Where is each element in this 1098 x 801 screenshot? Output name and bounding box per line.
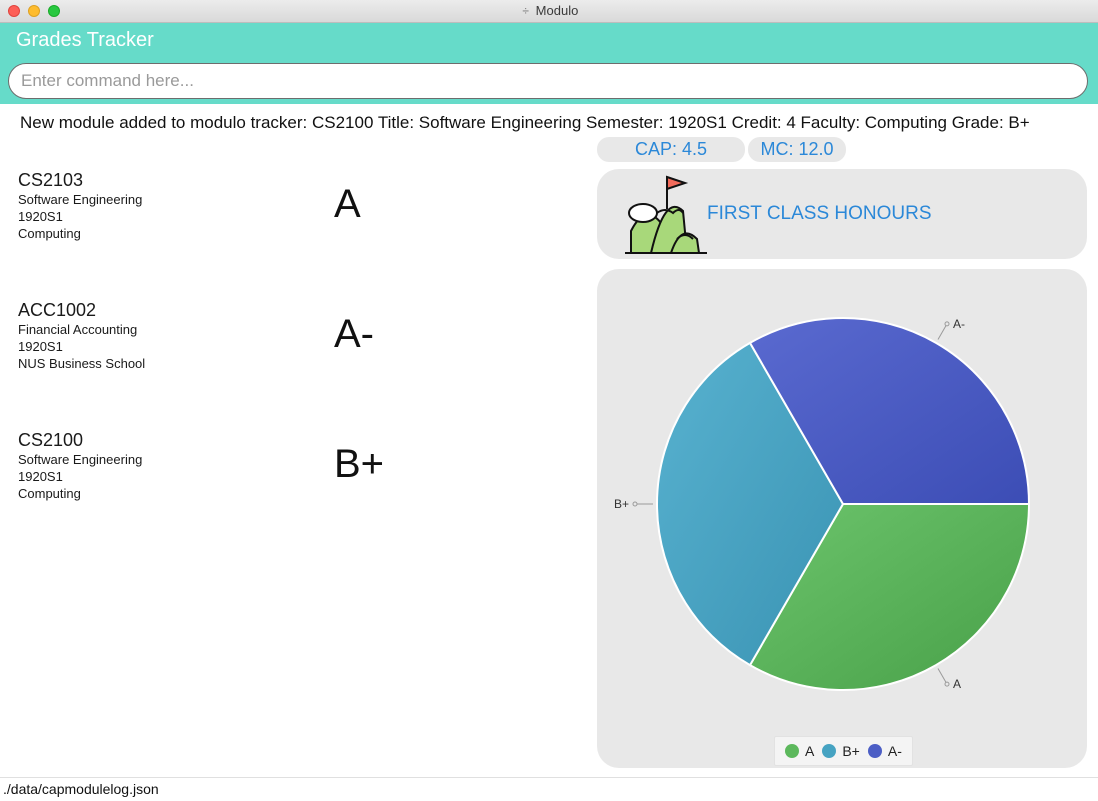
legend-item-a: A: [785, 743, 814, 759]
mountain-flag-icon: [625, 175, 707, 254]
classification-label: FIRST CLASS HONOURS: [707, 203, 932, 224]
classification-card: FIRST CLASS HONOURS: [597, 169, 1087, 259]
pie-slice-label: A: [953, 677, 961, 691]
app-header: Grades Tracker: [0, 23, 1098, 104]
grade-chart-card: A B+ A- A B+ A-: [597, 269, 1087, 768]
module-card[interactable]: CS2100 Software Engineering 1920S1 Compu…: [18, 430, 578, 550]
command-input[interactable]: [21, 64, 1071, 98]
module-card[interactable]: ACC1002 Financial Accounting 1920S1 NUS …: [18, 300, 578, 420]
legend-label: B+: [842, 743, 860, 759]
module-grade: B+: [334, 442, 385, 486]
legend-swatch: [785, 744, 799, 758]
pie-label-dot: [632, 501, 638, 507]
module-card[interactable]: CS2103 Software Engineering 1920S1 Compu…: [18, 170, 578, 290]
module-faculty: Computing: [18, 226, 81, 241]
status-bar: ./data/capmodulelog.json: [0, 777, 1098, 801]
window-title-text: Modulo: [535, 3, 579, 18]
legend-label: A: [805, 743, 815, 759]
legend-label: A-: [887, 743, 902, 759]
pie-slice-label: B+: [614, 497, 629, 511]
result-message: New module added to modulo tracker: CS21…: [20, 113, 1030, 132]
pie-label-dot: [944, 321, 950, 327]
window-title-bar: ÷ Modulo: [0, 0, 1098, 23]
module-code: ACC1002: [18, 300, 97, 320]
command-box[interactable]: [8, 63, 1088, 99]
module-title: Software Engineering: [18, 452, 143, 467]
mc-badge: MC: 12.0: [748, 137, 846, 162]
cap-badge: CAP: 4.5: [597, 137, 745, 162]
chart-legend: A B+ A-: [774, 736, 913, 766]
module-code: CS2100: [18, 430, 84, 450]
pie-label-dot: [944, 681, 950, 687]
module-code: CS2103: [18, 170, 84, 190]
data-file-path: ./data/capmodulelog.json: [3, 781, 159, 797]
app-title: Grades Tracker: [16, 29, 154, 51]
module-title: Software Engineering: [18, 192, 143, 207]
module-grade: A: [334, 182, 361, 226]
module-faculty: NUS Business School: [18, 356, 146, 371]
module-faculty: Computing: [18, 486, 81, 501]
legend-item-b-plus: B+: [822, 743, 860, 759]
window-title: ÷ Modulo: [0, 3, 1098, 18]
module-title: Financial Accounting: [18, 322, 138, 337]
pie-slice-label: A-: [953, 317, 965, 331]
pie-label-line: [937, 668, 948, 685]
legend-item-a-minus: A-: [867, 743, 902, 759]
module-grade: A-: [334, 312, 374, 356]
app-icon: ÷: [522, 4, 529, 18]
grade-pie-chart: A B+ A-: [614, 317, 1031, 691]
module-semester: 1920S1: [18, 209, 63, 224]
module-semester: 1920S1: [18, 339, 63, 354]
pie-label-line: [937, 323, 948, 340]
module-semester: 1920S1: [18, 469, 63, 484]
legend-swatch: [822, 744, 837, 758]
legend-swatch: [867, 744, 882, 758]
